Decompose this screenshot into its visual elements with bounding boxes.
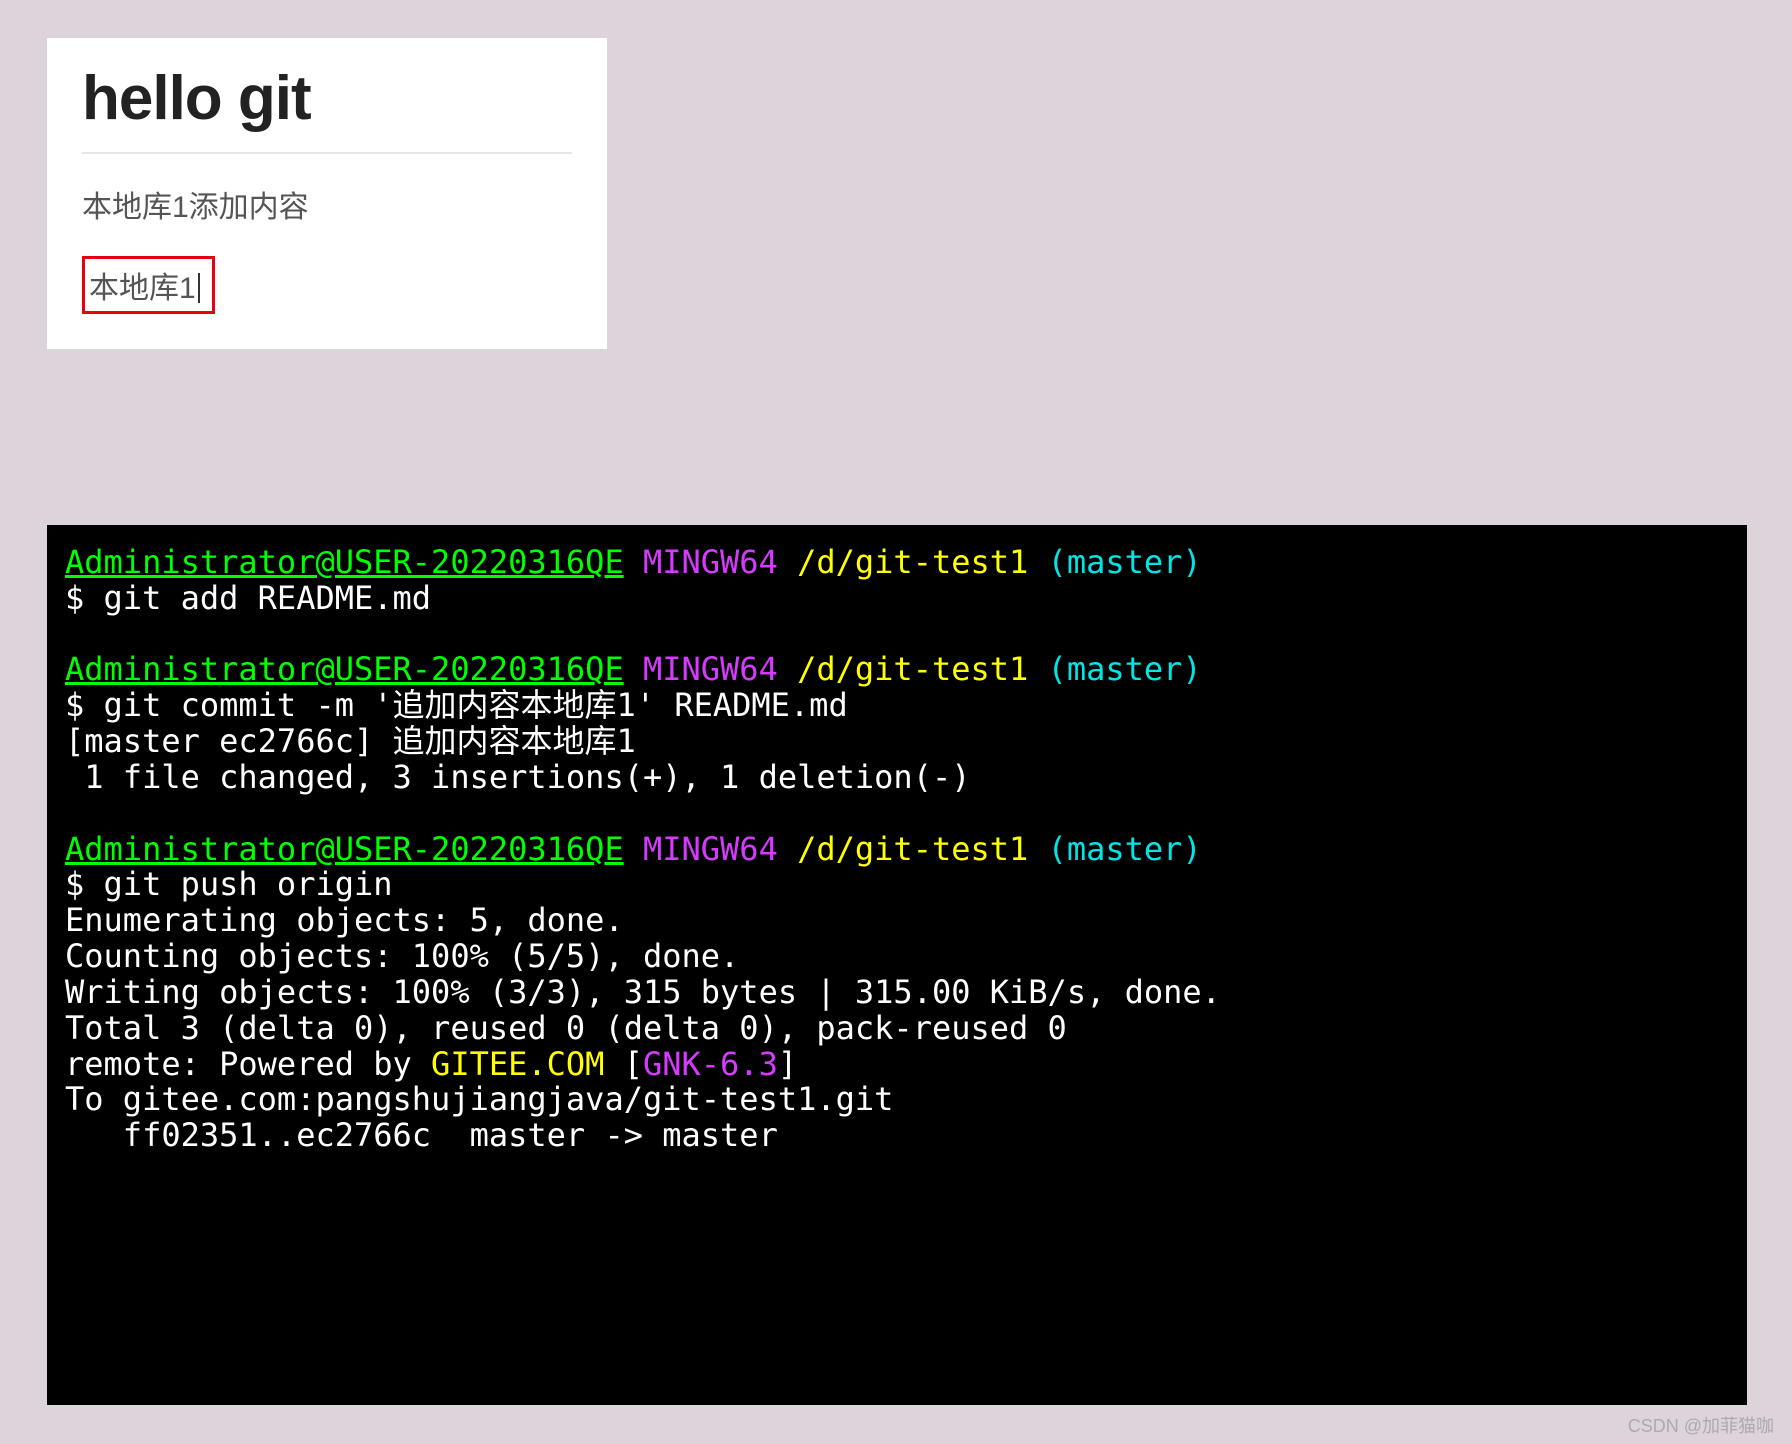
readme-title: hello git — [82, 63, 572, 154]
prompt-symbol: $ — [65, 686, 84, 724]
output-gnk: GNK-6.3 — [643, 1045, 778, 1083]
watermark-text: CSDN @加菲猫咖 — [1628, 1412, 1774, 1438]
prompt-shell: MINGW64 — [643, 543, 778, 581]
output-push-to: To gitee.com:pangshujiangjava/git-test1.… — [65, 1080, 893, 1118]
prompt-path: /d/git-test1 — [797, 543, 1028, 581]
prompt-shell: MINGW64 — [643, 650, 778, 688]
prompt-user-host: Administrator@USER-20220316QE — [65, 650, 624, 688]
git-bash-terminal[interactable]: Administrator@USER-20220316QE MINGW64 /d… — [47, 525, 1747, 1405]
prompt-path: /d/git-test1 — [797, 650, 1028, 688]
prompt-user-host: Administrator@USER-20220316QE — [65, 543, 624, 581]
prompt-symbol: $ — [65, 865, 84, 903]
output-bracket-open: [ — [604, 1045, 643, 1083]
output-bracket-close: ] — [778, 1045, 797, 1083]
output-counting: Counting objects: 100% (5/5), done. — [65, 937, 739, 975]
output-commit-stats: 1 file changed, 3 insertions(+), 1 delet… — [65, 758, 970, 796]
output-push-refs: ff02351..ec2766c master -> master — [65, 1116, 778, 1154]
prompt-path: /d/git-test1 — [797, 830, 1028, 868]
readme-content-line-2: 本地库1 — [89, 272, 196, 305]
output-total: Total 3 (delta 0), reused 0 (delta 0), p… — [65, 1009, 1067, 1047]
cmd-git-add: git add README.md — [104, 579, 432, 617]
text-caret-icon — [198, 273, 200, 303]
output-remote-prefix: remote: Powered by — [65, 1045, 431, 1083]
prompt-branch: (master) — [1048, 650, 1202, 688]
readme-content-line-1: 本地库1添加内容 — [82, 182, 572, 226]
prompt-branch: (master) — [1048, 543, 1202, 581]
output-enumerating: Enumerating objects: 5, done. — [65, 901, 624, 939]
prompt-shell: MINGW64 — [643, 830, 778, 868]
prompt-symbol: $ — [65, 579, 84, 617]
readme-preview-card: hello git 本地库1添加内容 本地库1 — [47, 38, 607, 349]
cmd-git-push: git push origin — [104, 865, 393, 903]
prompt-branch: (master) — [1048, 830, 1202, 868]
output-commit-hash: [master ec2766c] 追加内容本地库1 — [65, 722, 636, 760]
output-writing: Writing objects: 100% (3/3), 315 bytes |… — [65, 973, 1221, 1011]
output-gitee: GITEE.COM — [431, 1045, 604, 1083]
cmd-git-commit: git commit -m '追加内容本地库1' README.md — [104, 686, 848, 724]
readme-editing-text[interactable]: 本地库1 — [82, 256, 215, 314]
prompt-user-host: Administrator@USER-20220316QE — [65, 830, 624, 868]
